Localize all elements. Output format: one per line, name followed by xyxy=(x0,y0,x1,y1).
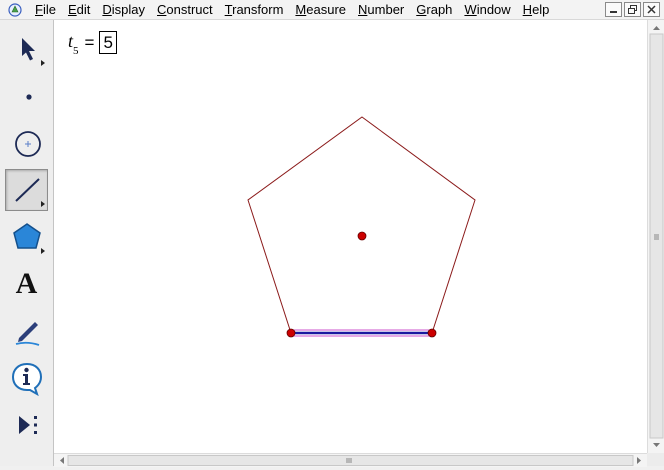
app-icon[interactable] xyxy=(8,2,22,17)
menu-display[interactable]: Display xyxy=(95,0,150,19)
menu-window[interactable]: Window xyxy=(457,0,515,19)
vertex-point-right[interactable] xyxy=(427,328,437,338)
close-icon[interactable] xyxy=(643,2,660,17)
menu-bar: File Edit Display Construct Transform Me… xyxy=(0,0,664,20)
vertical-scrollbar[interactable] xyxy=(647,20,664,453)
toolbox: A xyxy=(0,20,54,466)
scroll-right-icon xyxy=(637,457,641,464)
scroll-left-icon xyxy=(60,457,64,464)
pentagon[interactable] xyxy=(247,116,476,334)
polygon-tool[interactable] xyxy=(5,216,48,258)
information-icon xyxy=(11,362,42,397)
menu-graph[interactable]: Graph xyxy=(409,0,457,19)
menu-construct[interactable]: Construct xyxy=(150,0,218,19)
compass-tool[interactable] xyxy=(5,122,48,164)
compass-icon xyxy=(14,131,41,157)
restore-icon[interactable] xyxy=(624,2,641,17)
scrollbar-corner xyxy=(647,453,664,466)
point-tool[interactable] xyxy=(5,75,48,117)
marker-tool[interactable] xyxy=(5,310,48,352)
horizontal-scroll-graphics xyxy=(60,455,641,466)
straightedge-tool[interactable] xyxy=(5,169,48,211)
menu-transform[interactable]: Transform xyxy=(218,0,289,19)
horizontal-scrollbar[interactable] xyxy=(54,453,647,467)
polygon-icon xyxy=(12,223,45,254)
menu-file[interactable]: File xyxy=(28,0,61,19)
menu-edit[interactable]: Edit xyxy=(61,0,95,19)
marker-icon xyxy=(15,322,39,346)
arrow-icon xyxy=(21,38,45,66)
menu-help[interactable]: Help xyxy=(516,0,555,19)
vertex-point-left[interactable] xyxy=(286,328,296,338)
arrow-tool[interactable] xyxy=(5,28,48,70)
menu-number[interactable]: Number xyxy=(351,0,409,19)
scroll-up-icon xyxy=(653,26,660,30)
text-tool[interactable]: A xyxy=(5,263,48,305)
menu-measure[interactable]: Measure xyxy=(288,0,351,19)
center-point[interactable] xyxy=(357,231,367,241)
information-tool[interactable] xyxy=(5,357,48,399)
sketch-figure xyxy=(247,116,476,338)
custom-tool-icon xyxy=(18,416,37,434)
sketch-canvas[interactable]: t5 = 5 xyxy=(54,20,647,453)
scroll-down-icon xyxy=(653,443,660,447)
vertical-scroll-graphics xyxy=(649,26,664,447)
custom-tool[interactable] xyxy=(5,404,48,446)
text-icon: A xyxy=(15,267,38,300)
minimize-icon[interactable] xyxy=(605,2,622,17)
segment-icon xyxy=(14,178,45,207)
point-icon xyxy=(25,94,32,100)
